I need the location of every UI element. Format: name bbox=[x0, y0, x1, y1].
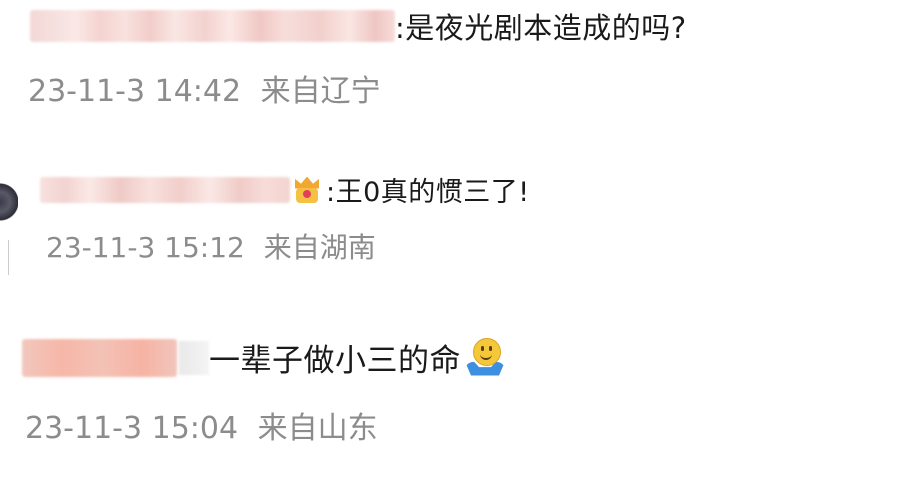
username-redacted[interactable] bbox=[30, 10, 395, 42]
comment-item: :王0真的惯三了! 23-11-3 15:12 来自湖南 bbox=[0, 160, 900, 275]
comment-timestamp: 23-11-3 15:12 bbox=[46, 231, 245, 264]
comment-location: 来自山东 bbox=[257, 411, 378, 446]
comment-text: :是夜光剧本造成的吗? bbox=[395, 11, 687, 45]
username-redacted-tail bbox=[179, 340, 209, 375]
crown-badge-icon bbox=[292, 175, 322, 205]
username-redacted[interactable] bbox=[22, 338, 177, 377]
comment-item: :是夜光剧本造成的吗? 23-11-3 14:42 来自辽宁 bbox=[0, 0, 900, 110]
avatar[interactable] bbox=[0, 172, 18, 232]
comment-text: :王0真的惯三了! bbox=[326, 177, 530, 208]
comment-location: 来自湖南 bbox=[263, 231, 376, 264]
comment-item: 一辈子做小三的命 23-11-3 15:04 来自山东 bbox=[0, 325, 900, 465]
comment-body: :是夜光剧本造成的吗? bbox=[30, 5, 687, 47]
comment-text: 一辈子做小三的命 bbox=[209, 343, 461, 379]
comment-location: 来自辽宁 bbox=[260, 74, 381, 109]
comment-timestamp: 23-11-3 14:42 bbox=[28, 74, 242, 109]
comment-meta: 23-11-3 14:42 来自辽宁 bbox=[28, 66, 381, 110]
comment-timestamp: 23-11-3 15:04 bbox=[25, 411, 239, 446]
shrug-smile-emoji-icon bbox=[465, 337, 505, 378]
comment-meta: 23-11-3 15:04 来自山东 bbox=[25, 403, 378, 447]
comment-meta: 23-11-3 15:12 来自湖南 bbox=[46, 226, 376, 266]
thread-line bbox=[8, 240, 9, 275]
username-redacted[interactable] bbox=[40, 176, 290, 203]
comment-body: 一辈子做小三的命 bbox=[22, 335, 505, 380]
comment-body: :王0真的惯三了! bbox=[40, 170, 530, 209]
